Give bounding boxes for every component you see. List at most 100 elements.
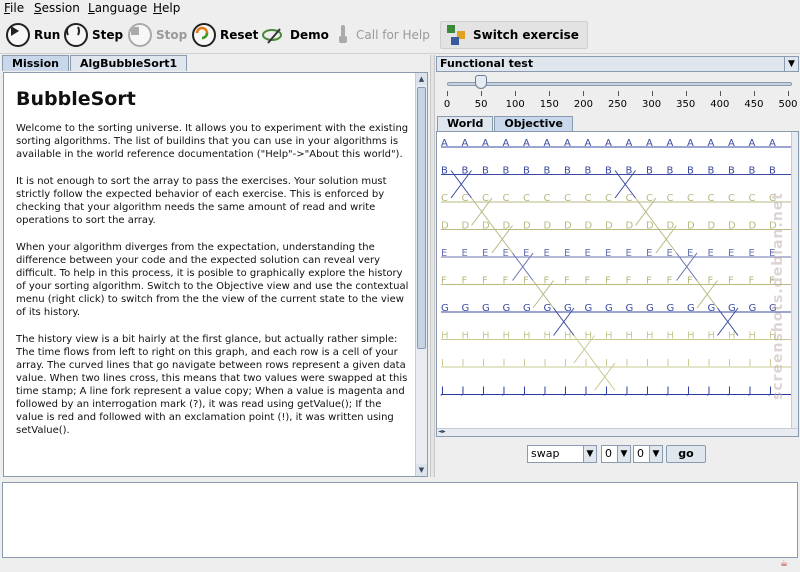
- switch-exercise-button[interactable]: Switch exercise: [440, 21, 588, 49]
- history-cell: B: [687, 166, 694, 177]
- status-bar: ☕: [0, 558, 800, 572]
- history-cell: H: [564, 331, 572, 342]
- menu-help[interactable]: Help: [153, 1, 180, 15]
- slider-tick-label: 50: [474, 99, 488, 110]
- operation-value: swap: [531, 447, 560, 460]
- index2-select[interactable]: 0 ▼: [633, 445, 663, 463]
- menu-session[interactable]: Session: [34, 1, 80, 15]
- scroll-left-icon[interactable]: ◄▸: [438, 428, 446, 435]
- history-cell: I: [728, 358, 731, 369]
- chevron-down-icon[interactable]: ▼: [583, 446, 596, 462]
- slider-tick-label: 400: [710, 99, 730, 110]
- history-cell: H: [646, 331, 654, 342]
- history-cell: G: [605, 303, 613, 314]
- history-cell: F: [749, 276, 755, 287]
- slider-tick: [685, 91, 687, 96]
- history-cell: C: [523, 193, 530, 204]
- history-cell: F: [523, 276, 529, 287]
- slider-tick: [719, 91, 721, 96]
- history-cell: J: [461, 386, 465, 397]
- go-button[interactable]: go: [666, 445, 706, 463]
- history-cell: C: [687, 193, 694, 204]
- history-cell: J: [502, 386, 506, 397]
- history-cell: C: [646, 193, 653, 204]
- mission-paragraph: When your algorithm diverges from the ex…: [16, 242, 409, 318]
- history-cell: I: [646, 358, 649, 369]
- slider-tick: [583, 91, 585, 96]
- history-cell: E: [605, 248, 611, 259]
- reset-button[interactable]: Reset: [192, 21, 258, 49]
- call-for-help-label: Call for Help: [356, 28, 430, 42]
- history-cell: B: [728, 166, 735, 177]
- view-tabs: World Objective: [437, 116, 574, 131]
- history-cell: C: [605, 193, 612, 204]
- history-cell: B: [564, 166, 571, 177]
- history-cell: G: [646, 303, 654, 314]
- mission-scrollbar[interactable]: ▲ ▼: [415, 73, 427, 476]
- history-cell: D: [626, 221, 634, 232]
- menu-file[interactable]: File: [4, 1, 24, 15]
- history-cell: I: [708, 358, 711, 369]
- history-cell: E: [544, 248, 550, 259]
- chevron-down-icon[interactable]: ▼: [649, 446, 662, 462]
- history-cell: J: [522, 386, 526, 397]
- operation-select[interactable]: swap ▼: [527, 445, 597, 463]
- menu-language[interactable]: Language: [88, 1, 147, 15]
- tab-mission[interactable]: Mission: [2, 55, 69, 71]
- history-cell: F: [646, 276, 652, 287]
- run-button[interactable]: Run: [6, 21, 60, 49]
- history-cell: E: [523, 248, 529, 259]
- history-cell: H: [482, 331, 490, 342]
- step-icon: [64, 23, 88, 47]
- chevron-down-icon[interactable]: ▼: [784, 57, 798, 71]
- history-cell: F: [585, 276, 591, 287]
- tab-objective[interactable]: Objective: [494, 116, 574, 131]
- history-cell: A: [523, 138, 530, 149]
- history-cell: F: [605, 276, 611, 287]
- slider-thumb[interactable]: [475, 75, 488, 89]
- history-cell: C: [708, 193, 715, 204]
- exercise-selector[interactable]: Functional test ▼: [436, 56, 799, 72]
- history-cell: I: [605, 358, 608, 369]
- tab-algbubblesort1[interactable]: AlgBubbleSort1: [69, 55, 188, 71]
- scroll-thumb[interactable]: [417, 87, 426, 349]
- console-output[interactable]: [2, 482, 798, 558]
- mission-paragraph: It is not enough to sort the array to pa…: [16, 176, 387, 226]
- speed-slider[interactable]: 0 50 100 150 200 250 300 350 400 450 500: [435, 73, 800, 115]
- history-hscroll[interactable]: ◄▸: [437, 428, 798, 436]
- chevron-down-icon[interactable]: ▼: [617, 446, 630, 462]
- scroll-down-icon[interactable]: ▼: [416, 464, 427, 476]
- history-cell: I: [462, 358, 465, 369]
- call-for-help-button[interactable]: Call for Help: [336, 21, 430, 49]
- history-cell: A: [749, 138, 756, 149]
- history-cell: D: [482, 221, 490, 232]
- history-cell: A: [646, 138, 653, 149]
- history-view[interactable]: AAAAAAAAAAAAAAAAABBBBBBBBBBBBBBBBBCCCCCC…: [436, 131, 799, 437]
- history-cell: B: [503, 166, 510, 177]
- history-cell: C: [585, 193, 592, 204]
- mission-paragraph: Welcome to the sorting universe. It allo…: [16, 123, 409, 160]
- demo-button[interactable]: Demo: [262, 21, 329, 49]
- history-cell: C: [441, 193, 448, 204]
- step-button[interactable]: Step: [64, 21, 123, 49]
- slider-track[interactable]: [447, 82, 792, 86]
- slider-tick-label: 500: [778, 99, 798, 110]
- index1-select[interactable]: 0 ▼: [601, 445, 631, 463]
- history-cell: H: [626, 331, 634, 342]
- history-cell: I: [585, 358, 588, 369]
- help-hand-icon: [336, 23, 352, 47]
- demo-label: Demo: [290, 28, 329, 42]
- history-cell: G: [708, 303, 716, 314]
- history-cell: F: [482, 276, 488, 287]
- scroll-up-icon[interactable]: ▲: [416, 73, 427, 85]
- history-cell: A: [687, 138, 694, 149]
- history-cell: B: [646, 166, 653, 177]
- history-cell: G: [441, 303, 449, 314]
- history-cell: E: [626, 248, 632, 259]
- tab-world[interactable]: World: [437, 116, 494, 131]
- history-cell: J: [440, 386, 444, 397]
- stop-button[interactable]: Stop: [128, 21, 187, 49]
- slider-tick-label: 150: [539, 99, 559, 110]
- history-cell: C: [462, 193, 469, 204]
- history-cell: B: [667, 166, 674, 177]
